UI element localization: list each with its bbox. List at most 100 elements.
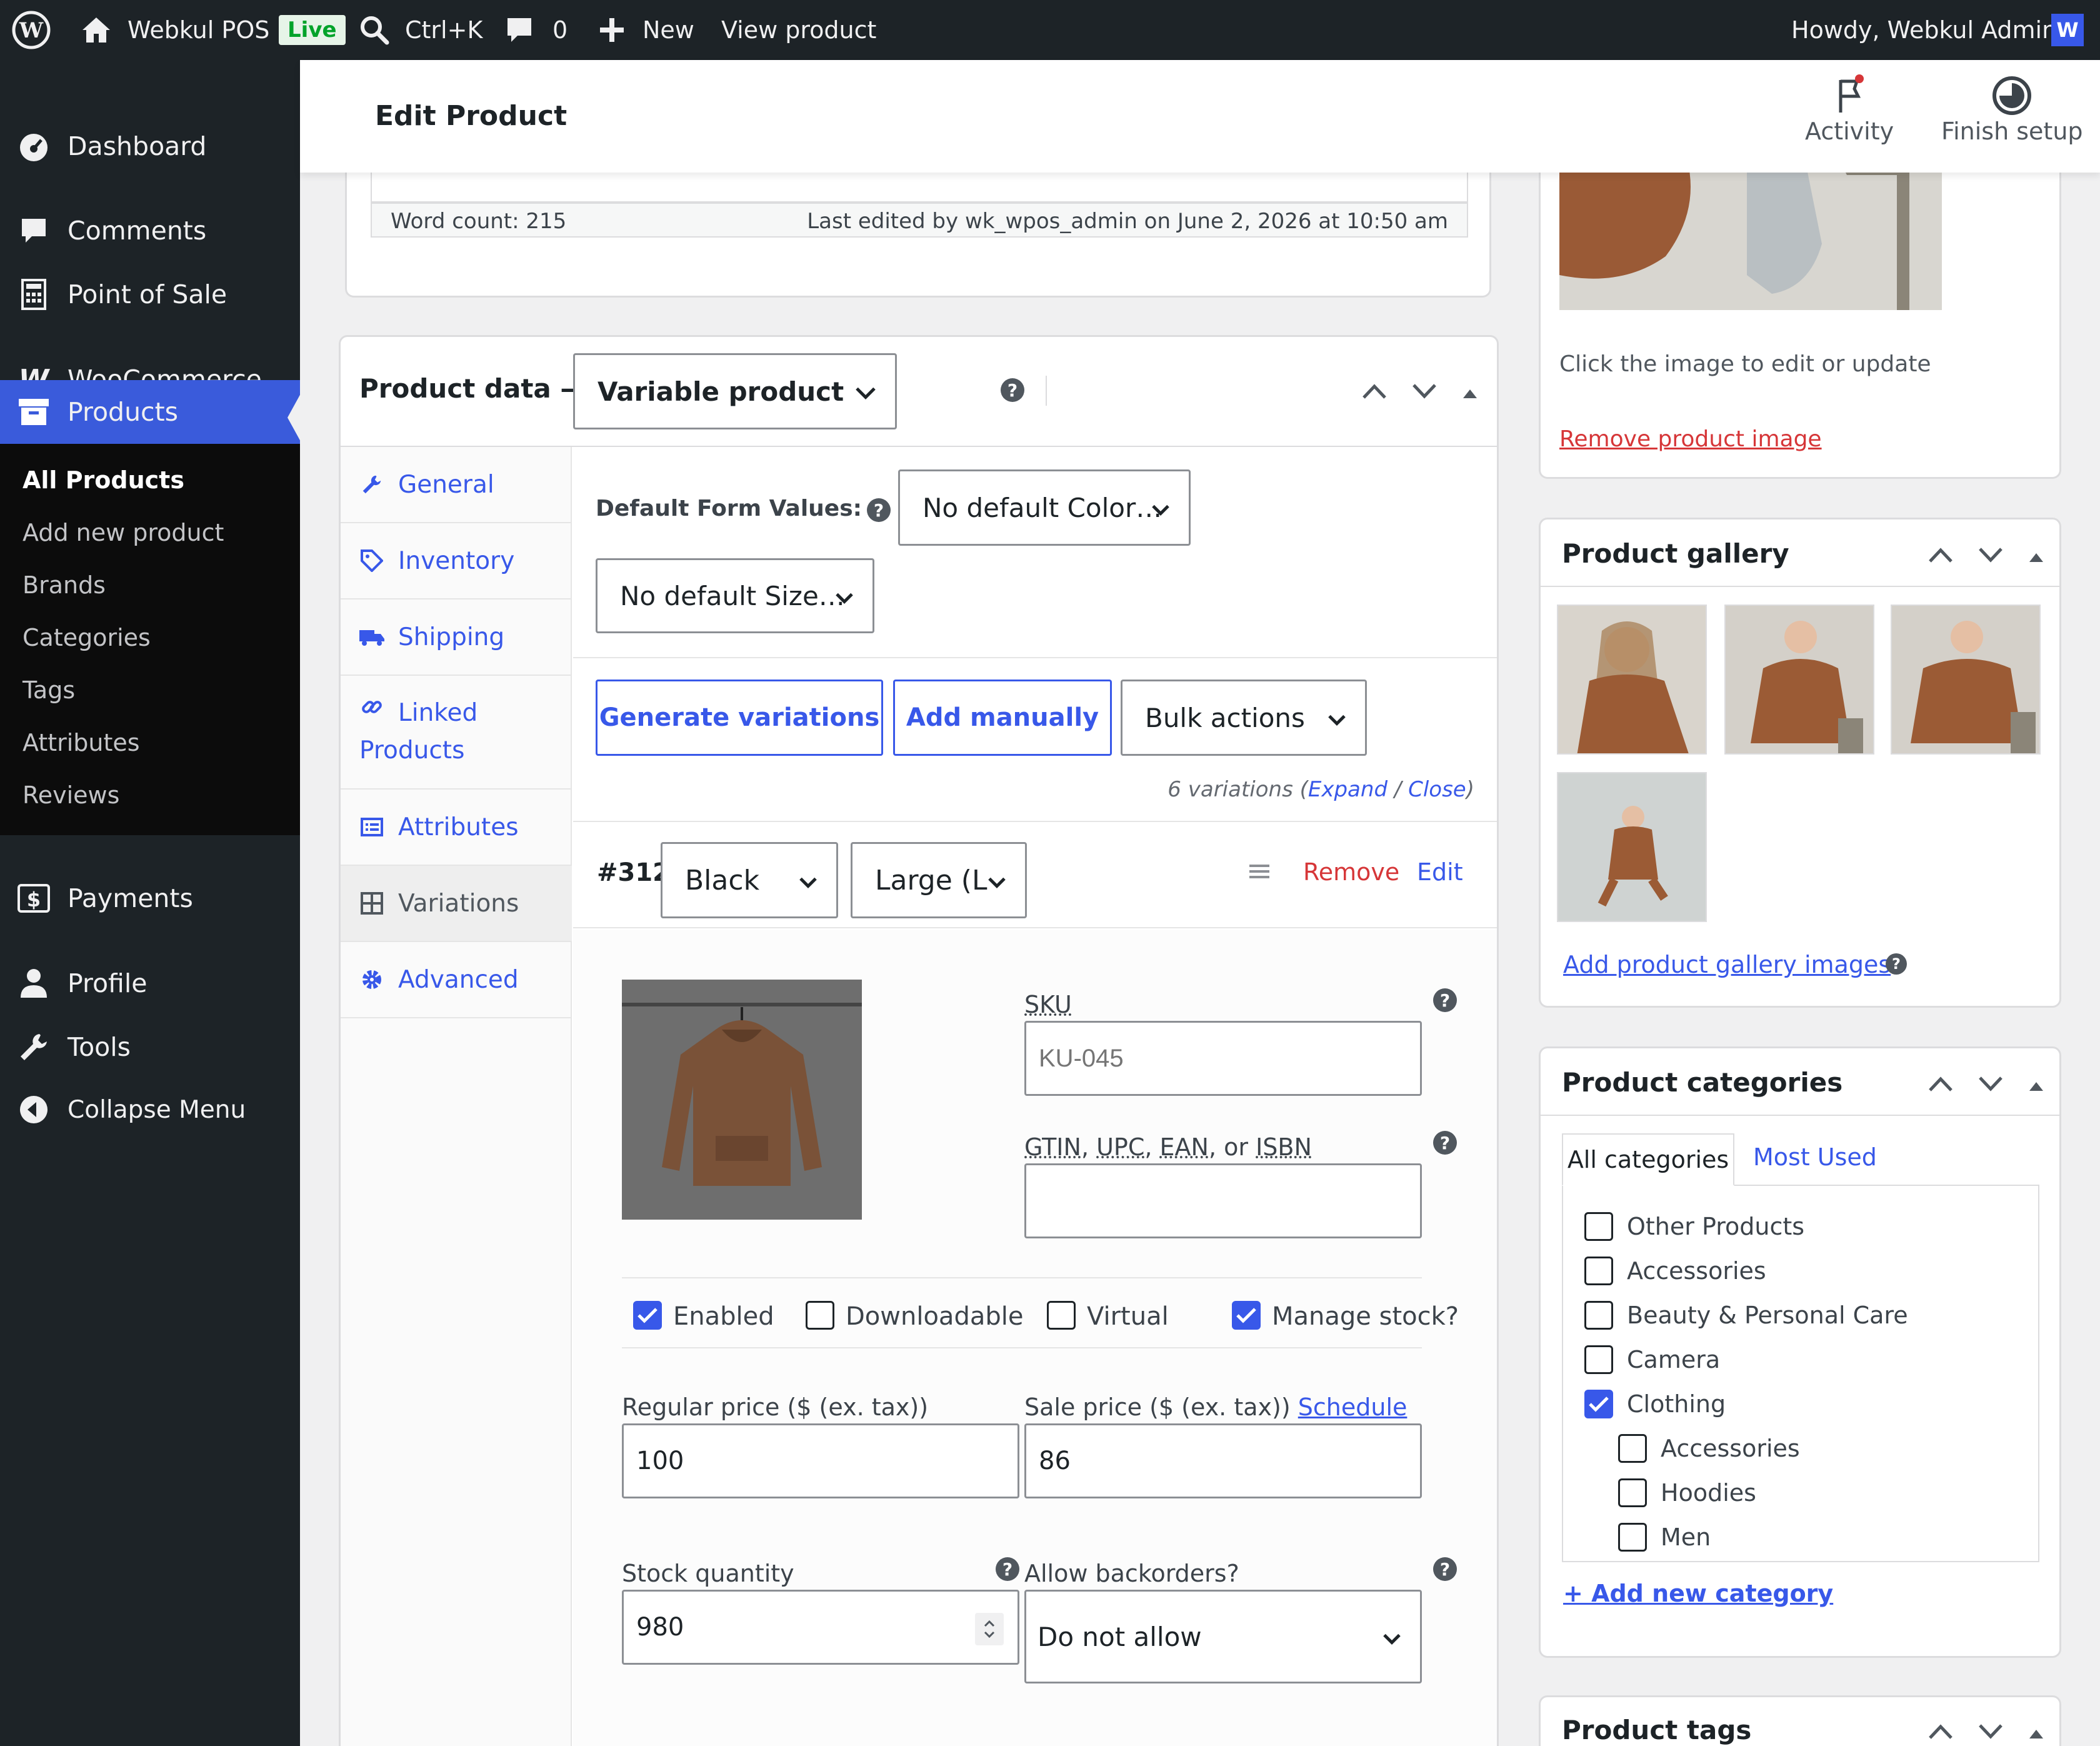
collapse-triangle-icon[interactable] <box>2028 1717 2044 1746</box>
category-item[interactable]: Clothing <box>1584 1388 1726 1420</box>
category-checkbox[interactable] <box>1618 1523 1647 1552</box>
virtual-checkbox[interactable] <box>1047 1301 1076 1330</box>
gallery-image[interactable] <box>1724 605 1874 755</box>
generate-variations-button[interactable]: Generate variations <box>596 680 883 756</box>
add-gallery-images-link[interactable]: Add product gallery images <box>1563 951 1891 978</box>
submenu-attributes[interactable]: Attributes <box>22 716 140 769</box>
howdy-user[interactable]: Howdy, Webkul Admin <box>1791 0 2057 60</box>
sku-input[interactable] <box>1024 1021 1422 1096</box>
spinner-icon[interactable] <box>975 1613 1004 1645</box>
move-down-icon[interactable] <box>1412 377 1437 406</box>
wordpress-logo-icon[interactable]: W <box>11 0 51 60</box>
avatar[interactable]: W <box>2051 0 2084 60</box>
category-item[interactable]: Accessories <box>1584 1255 1766 1287</box>
new-menu[interactable]: New <box>642 0 694 60</box>
help-icon[interactable]: ? <box>1886 953 1907 975</box>
help-icon[interactable]: ? <box>1001 378 1024 402</box>
sidebar-item-dashboard[interactable]: Dashboard <box>0 115 300 178</box>
sale-price-input[interactable]: 86 <box>1024 1423 1422 1498</box>
help-icon[interactable]: ? <box>1433 988 1457 1012</box>
remove-product-image-link[interactable]: Remove product image <box>1559 426 1822 452</box>
gallery-image[interactable] <box>1557 605 1707 755</box>
submenu-add-new-product[interactable]: Add new product <box>22 506 224 559</box>
add-new-category-link[interactable]: + Add new category <box>1563 1580 1833 1607</box>
search-icon[interactable] <box>359 0 390 60</box>
category-checkbox[interactable] <box>1618 1478 1647 1507</box>
category-item[interactable]: Beauty & Personal Care <box>1584 1300 1908 1331</box>
move-down-icon[interactable] <box>1978 1070 2003 1098</box>
drag-handle-icon[interactable] <box>1248 862 1271 883</box>
variation-color-select[interactable]: Black <box>661 842 838 918</box>
plus-icon[interactable] <box>598 0 626 60</box>
home-icon[interactable] <box>80 0 112 60</box>
help-icon[interactable]: ? <box>1433 1131 1457 1155</box>
activity-button[interactable]: Activity <box>1805 74 1894 161</box>
category-checkbox[interactable] <box>1584 1301 1613 1330</box>
collapse-triangle-icon[interactable] <box>2028 1070 2044 1098</box>
category-checkbox[interactable] <box>1618 1434 1647 1463</box>
variation-size-select[interactable]: Large (L <box>851 842 1027 918</box>
tab-linked-products[interactable]: Linked Products <box>341 676 572 790</box>
collapse-triangle-icon[interactable] <box>1462 377 1478 406</box>
sidebar-item-profile[interactable]: Profile <box>0 951 300 1015</box>
category-item[interactable]: Accessories <box>1618 1433 1800 1464</box>
collapse-triangle-icon[interactable] <box>2028 541 2044 569</box>
variation-header[interactable]: #312 Black Large (L Remove Edit <box>573 822 1497 928</box>
search-shortcut[interactable]: Ctrl+K <box>405 0 482 60</box>
move-up-icon[interactable] <box>1362 377 1387 406</box>
category-checkbox[interactable] <box>1584 1345 1613 1374</box>
sidebar-item-pos[interactable]: Point of Sale <box>0 263 300 326</box>
default-color-select[interactable]: No default Color… <box>898 469 1191 546</box>
gallery-image[interactable] <box>1891 605 2041 755</box>
bulk-actions-select[interactable]: Bulk actions <box>1121 680 1367 756</box>
product-image[interactable] <box>1559 150 1942 310</box>
category-item[interactable]: Camera <box>1584 1344 1720 1375</box>
tab-all-categories[interactable]: All categories <box>1562 1133 1734 1186</box>
edit-variation-link[interactable]: Edit <box>1417 858 1463 886</box>
sidebar-item-payments[interactable]: $ Payments <box>0 866 300 930</box>
downloadable-checkbox[interactable] <box>806 1301 834 1330</box>
tab-advanced[interactable]: Advanced <box>341 942 572 1018</box>
tab-variations[interactable]: Variations <box>341 866 572 942</box>
variation-image[interactable] <box>622 980 862 1220</box>
add-manually-button[interactable]: Add manually <box>893 680 1112 756</box>
move-up-icon[interactable] <box>1928 1070 1953 1098</box>
remove-variation-link[interactable]: Remove <box>1303 858 1399 886</box>
submenu-reviews[interactable]: Reviews <box>22 769 119 821</box>
sidebar-item-tools[interactable]: Tools <box>0 1015 300 1079</box>
close-link[interactable]: Close <box>1408 777 1466 802</box>
tab-shipping[interactable]: Shipping <box>341 600 572 676</box>
manage-stock-checkbox[interactable] <box>1232 1301 1261 1330</box>
sidebar-item-products[interactable]: Products <box>0 380 300 444</box>
category-checkbox[interactable] <box>1584 1212 1613 1241</box>
default-size-select[interactable]: No default Size… <box>596 558 874 633</box>
move-down-icon[interactable] <box>1978 541 2003 569</box>
category-checkbox[interactable] <box>1584 1257 1613 1285</box>
backorders-select[interactable]: Do not allow <box>1024 1590 1422 1683</box>
expand-link[interactable]: Expand <box>1308 777 1388 802</box>
help-icon[interactable]: ? <box>1433 1557 1457 1581</box>
category-item[interactable]: Other Products <box>1584 1211 1804 1242</box>
tab-inventory[interactable]: Inventory <box>341 523 572 600</box>
finish-setup-button[interactable]: Finish setup <box>1941 74 2083 161</box>
category-checkbox[interactable] <box>1584 1390 1613 1418</box>
site-name-link[interactable]: Webkul POS <box>128 0 269 60</box>
move-up-icon[interactable] <box>1928 1717 1953 1746</box>
schedule-link[interactable]: Schedule <box>1298 1393 1408 1421</box>
sidebar-item-comments[interactable]: Comments <box>0 199 300 263</box>
move-up-icon[interactable] <box>1928 541 1953 569</box>
tab-attributes[interactable]: Attributes <box>341 790 572 866</box>
gallery-image[interactable] <box>1557 772 1707 922</box>
category-item[interactable]: Hoodies <box>1618 1477 1756 1508</box>
help-icon[interactable]: ? <box>996 1557 1019 1581</box>
tab-most-used[interactable]: Most Used <box>1753 1143 1877 1171</box>
help-icon[interactable]: ? <box>867 498 891 522</box>
comments-count[interactable]: 0 <box>552 0 568 60</box>
submenu-brands[interactable]: Brands <box>22 559 106 611</box>
tab-general[interactable]: General <box>341 447 572 523</box>
move-down-icon[interactable] <box>1978 1717 2003 1746</box>
submenu-tags[interactable]: Tags <box>22 664 75 716</box>
category-item[interactable]: Men <box>1618 1522 1711 1553</box>
collapse-menu-button[interactable]: Collapse Menu <box>0 1078 300 1141</box>
gtin-input[interactable] <box>1024 1163 1422 1238</box>
